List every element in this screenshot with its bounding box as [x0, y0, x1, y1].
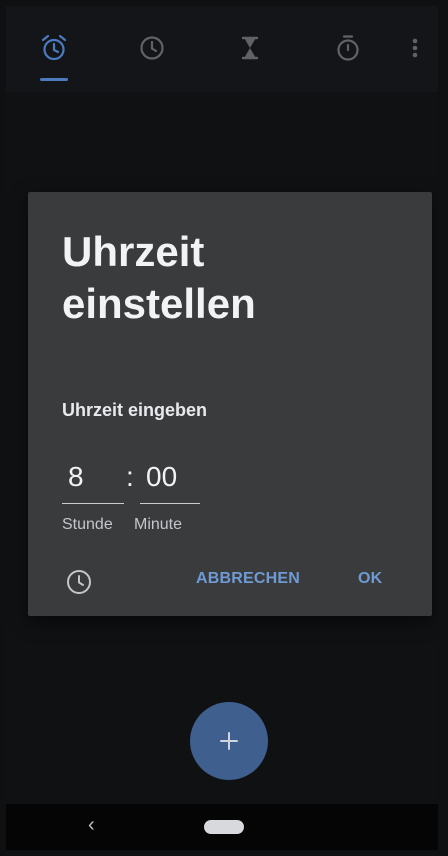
add-alarm-button[interactable] [190, 702, 268, 780]
stopwatch-icon [337, 35, 359, 61]
system-navigation-bar: ‹ [6, 804, 438, 850]
hour-value: 8 [68, 461, 84, 492]
screen: Uhrzeit einstellen Uhrzeit eingeben 8 : … [6, 6, 438, 850]
dialog-title: Uhrzeit einstellen [62, 228, 256, 327]
dialog-subtitle: Uhrzeit eingeben [62, 400, 208, 420]
minute-underline [140, 502, 200, 504]
clock-icon[interactable] [64, 567, 94, 597]
hourglass-timer-icon [241, 36, 259, 60]
hour-underline [62, 502, 124, 504]
hour-input[interactable]: 8 [62, 458, 124, 504]
hour-label: Stunde [62, 516, 113, 533]
home-pill-icon[interactable] [204, 820, 244, 834]
active-tab-indicator [40, 78, 68, 81]
top-tab-bar [6, 6, 438, 92]
tab-stopwatch[interactable] [326, 26, 370, 70]
minute-value: 00 [146, 461, 178, 492]
plus-icon [220, 732, 238, 750]
back-button[interactable]: ‹ [88, 814, 95, 837]
tab-timer[interactable] [228, 26, 272, 70]
tab-alarm[interactable] [32, 26, 76, 70]
ok-button[interactable]: OK [358, 570, 382, 588]
cancel-button[interactable]: ABBRECHEN [196, 570, 300, 588]
time-input-dialog: Uhrzeit einstellen Uhrzeit eingeben 8 : … [28, 192, 432, 616]
minute-input[interactable]: 00 [140, 458, 200, 504]
alarm-icon [41, 34, 67, 61]
tab-clock[interactable] [130, 26, 174, 70]
overflow-menu-button[interactable] [400, 26, 430, 70]
time-separator: : [126, 461, 134, 492]
more-vert-icon [412, 38, 418, 58]
minute-label: Minute [134, 516, 183, 533]
clock-icon [140, 36, 164, 60]
